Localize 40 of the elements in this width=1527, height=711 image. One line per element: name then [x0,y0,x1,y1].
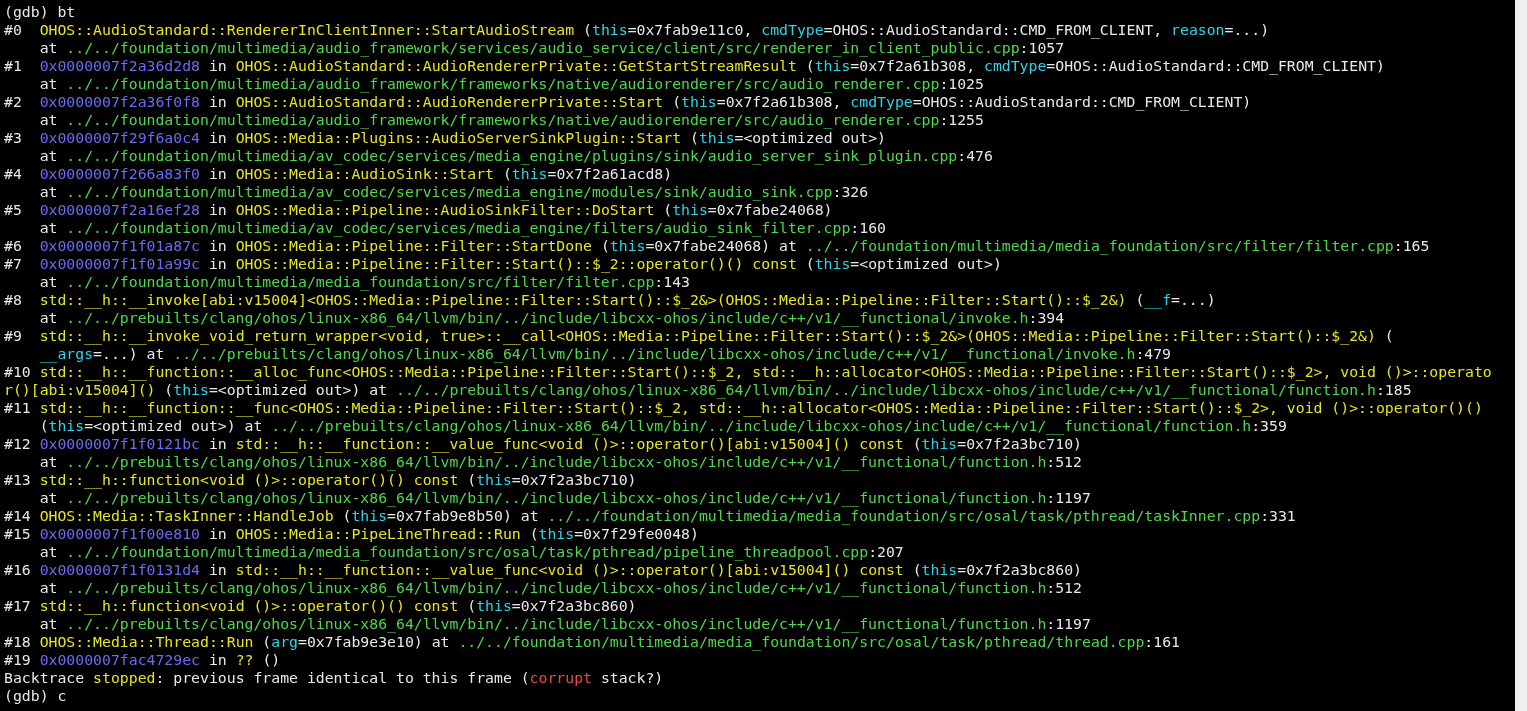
terminal-line: at ../../foundation/multimedia/audio_framework/frameworks/native/audiorenderer/src/audio_renderer.cpp:1255 [38,111,984,129]
terminal-line: #4 0x0000007f266a83f0 in OHOS::Media::AudioSink::Start (this=0x7f2a61acd8) [4,165,673,183]
terminal-line: at ../../prebuilts/clang/ohos/linux-x86_64/llvm/bin/../include/libcxx-ohos/include/c++/v1/__functional/function.h:512 [38,579,1082,597]
terminal-line: __args=...) at ../../prebuilts/clang/ohos/linux-x86_64/llvm/bin/../include/libcxx-ohos/include/c++/v1/__functional/invoke.h:479 [38,345,1172,363]
terminal-line: #17 std::__h::function<void ()>::operator()() const (this=0x7f2a3bc860) [4,597,637,615]
terminal-line: #2 0x0000007f2a36f0f8 in OHOS::AudioStandard::AudioRendererPrivate::Start (this=0x7f2a61b308, cmdType=OHOS::AudioStandard::CMD_FROM_CLIENT) [4,93,1252,111]
terminal-line: #15 0x0000007f1f00e810 in OHOS::Media::PipeLineThread::Run (this=0x7f29fe0048) [4,525,699,543]
terminal-line: #19 0x0000007fac4729ec in ?? () [4,651,281,669]
scrollbar[interactable] [1515,0,1527,711]
terminal-line: (gdb) bt [4,3,76,21]
terminal-line: (gdb) c [4,687,67,705]
terminal-line: (this=<optimized out>) at ../../prebuilts/clang/ohos/linux-x86_64/llvm/bin/../include/libcxx-ohos/include/c++/v1/__functional/function.h:359 [38,417,1287,435]
terminal-line: #6 0x0000007f1f01a87c in OHOS::Media::Pipeline::Filter::StartDone (this=0x7fabe24068) at ../../foundation/multimedia/media_foundation/src/filter/filter.cpp:165 [4,237,1430,255]
terminal-line: #3 0x0000007f29f6a0c4 in OHOS::Media::Plugins::AudioServerSinkPlugin::Start (this=<optimized out>) [4,129,886,147]
terminal-line: #10 std::__h::__function::__alloc_func<OHOS::Media::Pipeline::Filter::Start()::$_2, std::__h::allocator<OHOS::Media::Pipeline::Filter::Start()::$_2>, void ()>::operato [4,363,1492,381]
terminal-line: #13 std::__h::function<void ()>::operator()() const (this=0x7f2a3bc710) [4,471,637,489]
terminal-line: #5 0x0000007f2a16ef28 in OHOS::Media::Pipeline::AudioSinkFilter::DoStart (this=0x7fabe24068) [4,201,833,219]
terminal-line: #14 OHOS::Media::TaskInner::HandleJob (this=0x7fab9e8b50) at ../../foundation/multimedia/media_foundation/src/osal/task/pthread/taskInner.cpp:331 [4,507,1296,525]
terminal-line: at ../../foundation/multimedia/media_foundation/src/filter/filter.cpp:143 [38,273,690,291]
terminal-line: #11 std::__h::__function::__func<OHOS::Media::Pipeline::Filter::Start()::$_2, std::__h::allocator<OHOS::Media::Pipeline::Filter::Start()::$_2>, void ()>::operator()() [4,399,1483,417]
terminal-line: #18 OHOS::Media::Thread::Run (arg=0x7fab9e3e10) at ../../foundation/multimedia/media_foundation/src/osal/task/pthread/thread.cpp:161 [4,633,1180,651]
terminal-line: #16 0x0000007f1f0131d4 in std::__h::__function::__value_func<void ()>::operator()[abi:v15004]() const (this=0x7f2a3bc860) [4,561,1082,579]
terminal-line: at ../../foundation/multimedia/av_codec/services/media_engine/modules/sink/audio_sink.cpp:326 [38,183,869,201]
terminal-line: at ../../prebuilts/clang/ohos/linux-x86_64/llvm/bin/../include/libcxx-ohos/include/c++/v1/__functional/function.h:1197 [38,615,1091,633]
terminal-line: at ../../prebuilts/clang/ohos/linux-x86_64/llvm/bin/../include/libcxx-ohos/include/c++/v1/__functional/function.h:1197 [38,489,1091,507]
terminal-line: at ../../foundation/multimedia/av_codec/services/media_engine/plugins/sink/audio_server_sink_plugin.cpp:476 [38,147,993,165]
terminal-line: Backtrace stopped: previous frame identical to this frame (corrupt stack?) [4,669,664,687]
terminal-line: at ../../foundation/multimedia/media_foundation/src/osal/task/pthread/pipeline_threadpool.cpp:207 [38,543,904,561]
terminal-line: at ../../foundation/multimedia/av_codec/services/media_engine/filters/audio_sink_filter.cpp:160 [38,219,886,237]
terminal-line: r()[abi:v15004]() (this=<optimized out>) at ../../prebuilts/clang/ohos/linux-x86_64/llvm/bin/../include/libcxx-ohos/include/c++/v1/__functional/function.h:185 [4,381,1412,399]
terminal-line: #1 0x0000007f2a36d2d8 in OHOS::AudioStandard::AudioRendererPrivate::GetStartStreamResult (this=0x7f2a61b308, cmdType=OHOS::AudioStandard::CMD_FROM_CLIENT) [4,57,1385,75]
terminal-line: at ../../foundation/multimedia/audio_framework/services/audio_service/client/src/renderer_in_client_public.cpp:1057 [38,39,1065,57]
terminal-line: at ../../prebuilts/clang/ohos/linux-x86_64/llvm/bin/../include/libcxx-ohos/include/c++/v1/__functional/invoke.h:394 [38,309,1065,327]
terminal-line: #0 OHOS::AudioStandard::RendererInClientInner::StartAudioStream (this=0x7fab9e11c0, cmdType=OHOS::AudioStandard::CMD_FROM_CLIENT, reason=...) [4,21,1270,39]
terminal-line: #9 std::__h::__invoke_void_return_wrapper<void, true>::__call<OHOS::Media::Pipeline::Filter::Start()::$_2&>(OHOS::Media::Pipeline::Filter::Start()::$_2&) ( [4,327,1394,345]
terminal-line: at ../../foundation/multimedia/audio_framework/frameworks/native/audiorenderer/src/audio_renderer.cpp:1025 [38,75,984,93]
terminal-line: #7 0x0000007f1f01a99c in OHOS::Media::Pipeline::Filter::Start()::$_2::operator()() const (this=<optimized out>) [4,255,1002,273]
terminal-line: #8 std::__h::__invoke[abi:v15004]<OHOS::Media::Pipeline::Filter::Start()::$_2&>(OHOS::Media::Pipeline::Filter::Start()::$_2&) (__f=...) [4,291,1216,309]
terminal-line: at ../../prebuilts/clang/ohos/linux-x86_64/llvm/bin/../include/libcxx-ohos/include/c++/v1/__functional/function.h:512 [38,453,1082,471]
terminal-line: #12 0x0000007f1f0121bc in std::__h::__function::__value_func<void ()>::operator()[abi:v15004]() const (this=0x7f2a3bc710) [4,435,1082,453]
